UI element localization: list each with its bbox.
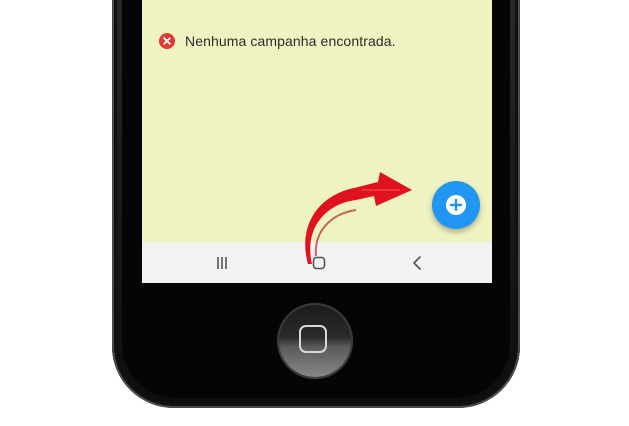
app-screen: Nenhuma campanha encontrada. [142,0,492,283]
error-circle-icon [159,33,175,49]
back-button[interactable] [397,242,437,283]
back-icon [413,255,421,270]
device-home-key[interactable] [277,303,353,379]
plus-icon [446,195,466,215]
home-button-icon [299,325,327,353]
empty-state: Nenhuma campanha encontrada. [159,33,396,49]
add-campaign-button[interactable] [432,181,480,229]
recents-button[interactable] [202,242,242,283]
empty-state-message: Nenhuma campanha encontrada. [185,33,396,49]
recents-icon [217,256,227,269]
home-icon [312,256,326,269]
system-navigation-bar [142,242,492,283]
home-nav-button[interactable] [299,242,339,283]
